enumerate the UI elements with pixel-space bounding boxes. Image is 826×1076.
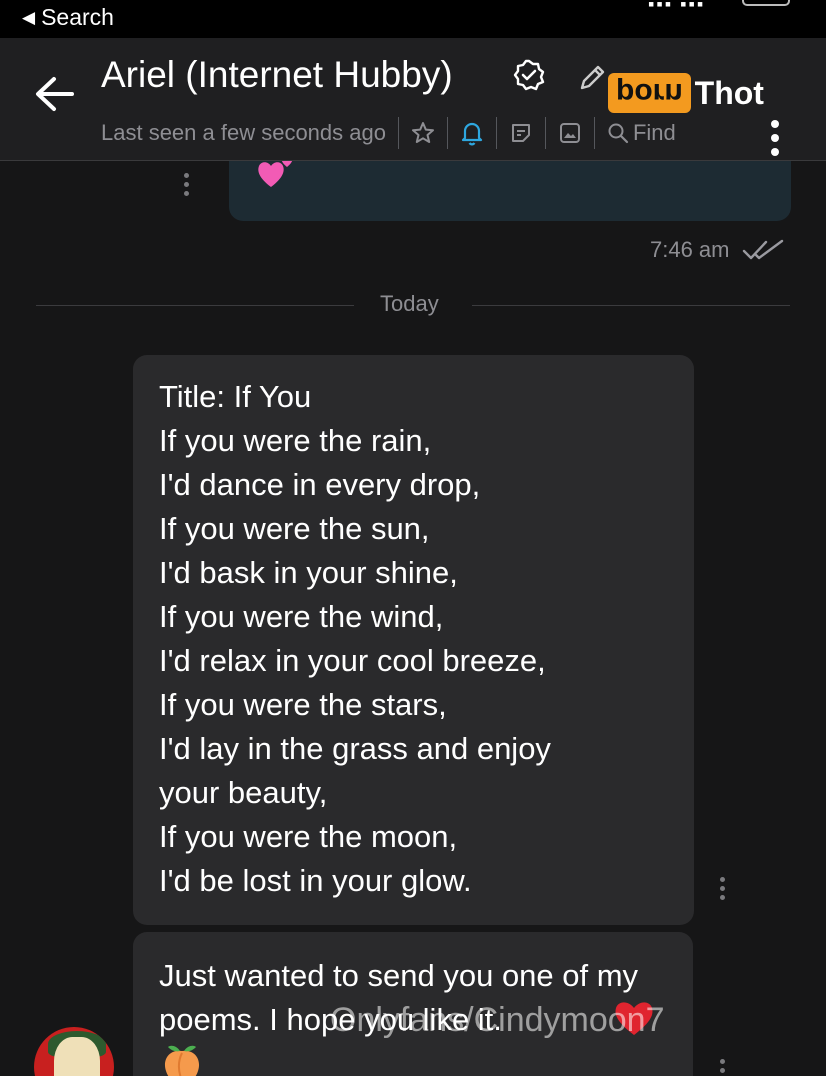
divider — [593, 117, 595, 149]
poem-line: I'd relax in your cool breeze, — [159, 643, 546, 678]
poem-line: Title: If You — [159, 379, 312, 414]
divider — [495, 117, 497, 149]
incoming-poem-message[interactable]: Title: If You If you were the rain, I'd … — [133, 355, 694, 925]
bell-icon[interactable] — [460, 120, 484, 146]
pencil-icon[interactable] — [578, 62, 608, 97]
watermark: Onlyfans/Cindymoon7 — [330, 1001, 665, 1039]
header-subrow: Last seen a few seconds ago Find — [101, 116, 676, 150]
read-receipt-icon — [742, 239, 784, 268]
brand-logo: porn Thot — [608, 68, 764, 118]
poem-line: your beauty, — [159, 775, 328, 810]
poem-line: If you were the rain, — [159, 423, 432, 458]
poem-text: Title: If You If you were the rain, I'd … — [159, 375, 551, 903]
date-divider: Today — [380, 291, 439, 316]
find-label: Find — [632, 120, 676, 145]
verified-badge-icon — [512, 58, 546, 97]
status-bar: ◀ Search ▪▪▪ ▪▪▪ — [0, 0, 826, 38]
back-arrow-icon[interactable] — [34, 76, 74, 117]
brand-logo-part-a: porn — [608, 73, 691, 113]
poem-line: I'd bask in your shine, — [159, 555, 458, 590]
back-to-search-label: Search — [41, 4, 114, 30]
poem-line: If you were the sun, — [159, 511, 430, 546]
date-divider-line — [472, 305, 790, 306]
brand-logo-part-b: Thot — [694, 74, 764, 111]
poem-line: If you were the wind, — [159, 599, 444, 634]
last-seen-status: Last seen a few seconds ago — [101, 120, 386, 145]
battery-icon — [742, 0, 790, 6]
message-options-icon[interactable] — [720, 877, 726, 904]
divider — [397, 117, 399, 149]
sticker-icon[interactable] — [509, 121, 533, 145]
message-time: 7:46 am — [650, 237, 730, 262]
divider — [446, 117, 448, 149]
more-menu-icon[interactable] — [766, 118, 784, 163]
star-icon[interactable] — [411, 121, 435, 145]
outgoing-message-bubble[interactable] — [229, 161, 791, 221]
peach-emoji — [160, 1041, 204, 1076]
two-hearts-emoji — [255, 161, 299, 196]
poem-line: If you were the stars, — [159, 687, 447, 722]
back-triangle-icon: ◀ — [22, 7, 36, 27]
find-button[interactable]: Find — [607, 120, 676, 146]
message-options-icon[interactable] — [720, 1059, 726, 1076]
back-to-search-link[interactable]: ◀ Search — [22, 4, 114, 31]
contact-name[interactable]: Ariel (Internet Hubby) — [101, 54, 453, 96]
signal-icon: ▪▪▪ ▪▪▪ — [648, 0, 706, 14]
chat-area[interactable]: 7:46 am Today Title: If You If you were … — [0, 161, 826, 1076]
poem-line: I'd lay in the grass and enjoy — [159, 731, 551, 766]
poem-line: I'd dance in every drop, — [159, 467, 481, 502]
search-icon — [608, 123, 629, 144]
date-divider-line — [36, 305, 354, 306]
chat-header: Ariel (Internet Hubby) porn Thot Last se… — [0, 38, 826, 161]
avatar[interactable] — [34, 1027, 114, 1076]
message-options-icon[interactable] — [184, 173, 190, 200]
divider — [544, 117, 546, 149]
poem-line: I'd be lost in your glow. — [159, 863, 472, 898]
poem-line: If you were the moon, — [159, 819, 458, 854]
image-icon[interactable] — [558, 121, 582, 145]
